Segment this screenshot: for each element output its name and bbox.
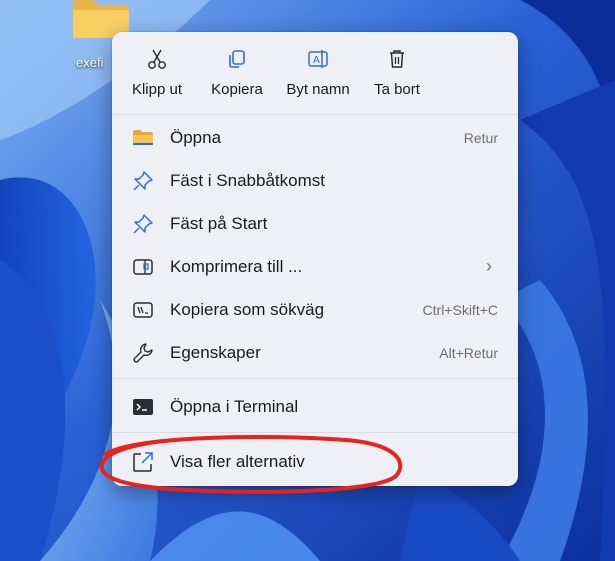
menu-item-label: Komprimera till ... — [170, 257, 303, 276]
svg-text:A: A — [313, 55, 320, 66]
copy-label: Kopiera — [211, 81, 263, 98]
copy-button[interactable]: Kopiera — [204, 40, 270, 106]
rename-icon: A — [308, 50, 328, 68]
delete-button[interactable]: Ta bort — [364, 40, 430, 106]
menu-item-label: Fäst på Start — [170, 214, 268, 233]
menu-item-label: Visa fler alternativ — [170, 452, 305, 471]
scissors-icon — [148, 49, 166, 69]
menu-item-label: Kopiera som sökväg — [170, 300, 325, 319]
menu-item-show-more-options[interactable]: Visa fler alternativ — [118, 442, 512, 482]
path-icon — [133, 302, 153, 318]
menu-item-pin-start[interactable]: Fäst på Start — [118, 204, 512, 244]
show-more-icon — [133, 452, 153, 472]
copy-icon — [229, 50, 245, 68]
shortcut-text: Alt+Retur — [439, 345, 498, 361]
zip-icon — [133, 259, 153, 275]
context-menu: Klipp ut Kopiera A Byt namn Ta bort Öppn… — [112, 32, 518, 486]
menu-item-open[interactable]: Öppna Retur — [118, 118, 512, 158]
delete-label: Ta bort — [374, 81, 420, 98]
menu-item-label: Öppna i Terminal — [170, 397, 299, 416]
cut-label: Klipp ut — [131, 81, 183, 98]
pin-icon — [133, 214, 153, 234]
menu-item-pin-quick-access[interactable]: Fäst i Snabbåtkomst — [118, 161, 512, 201]
menu-item-open-terminal[interactable]: Öppna i Terminal — [118, 387, 512, 427]
menu-divider — [112, 378, 518, 379]
trash-icon — [390, 50, 404, 68]
menu-divider — [112, 432, 518, 433]
rename-button[interactable]: A Byt namn — [278, 40, 358, 106]
chevron-right-icon: › — [486, 256, 492, 276]
folder-label: exefi — [76, 55, 104, 70]
menu-item-label: Fäst i Snabbåtkomst — [170, 171, 325, 190]
terminal-icon — [133, 399, 153, 415]
rename-label: Byt namn — [286, 81, 350, 98]
shortcut-text: Retur — [463, 130, 498, 146]
folder-icon — [133, 130, 153, 145]
pin-icon — [133, 171, 153, 191]
menu-item-properties[interactable]: Egenskaper Alt+Retur — [118, 333, 512, 373]
menu-item-compress[interactable]: Komprimera till ... › — [118, 247, 512, 287]
menu-item-copy-path[interactable]: Kopiera som sökväg Ctrl+Skift+C — [118, 290, 512, 330]
shortcut-text: Ctrl+Skift+C — [422, 302, 498, 318]
menu-item-label: Egenskaper — [170, 343, 261, 362]
wrench-icon — [133, 343, 153, 363]
cut-button[interactable]: Klipp ut — [122, 40, 192, 106]
menu-item-label: Öppna — [170, 128, 222, 147]
quick-actions-bar: Klipp ut Kopiera A Byt namn Ta bort — [112, 32, 518, 112]
menu-divider — [112, 114, 518, 115]
